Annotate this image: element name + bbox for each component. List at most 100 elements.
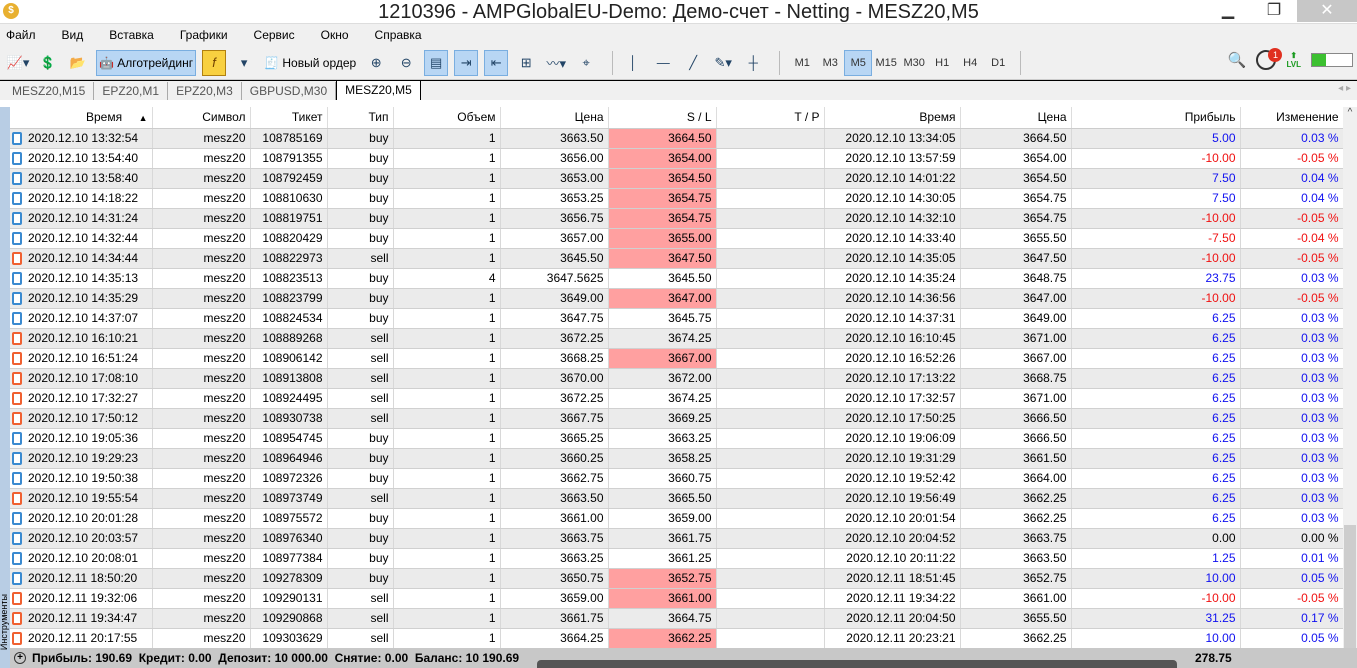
table-row[interactable]: 2020.12.10 16:51:24 mesz20 108906142 sell 1 3…	[10, 348, 1344, 369]
table-row[interactable]: 2020.12.10 16:10:21 mesz20 108889268 sell 1 3…	[10, 328, 1344, 349]
column-header[interactable]: S / L	[608, 107, 717, 129]
menu-item[interactable]: Вставка	[109, 28, 154, 42]
table-row[interactable]: 2020.12.10 14:35:13 mesz20 108823513 buy 4 36…	[10, 268, 1344, 289]
table-row[interactable]: 2020.12.10 20:08:01 mesz20 108977384 buy 1 36…	[10, 548, 1344, 569]
table-row[interactable]: 2020.12.10 14:18:22 mesz20 108810630 buy 1 36…	[10, 188, 1344, 209]
account-icon[interactable]: 1	[1256, 48, 1283, 70]
dropdown-icon[interactable]: ▾	[232, 50, 256, 76]
timeframe-m1[interactable]: M1	[788, 50, 816, 76]
table-row[interactable]: 2020.12.10 14:31:24 mesz20 108819751 buy 1 36…	[10, 208, 1344, 229]
table-row[interactable]: 2020.12.11 20:17:55 mesz20 109303629 sell 1 3…	[10, 628, 1344, 649]
indicators-icon[interactable]: f	[202, 49, 227, 76]
scroll-up-icon[interactable]: ^	[1343, 107, 1357, 118]
table-row[interactable]: 2020.12.11 19:34:47 mesz20 109290868 sell 1 3…	[10, 608, 1344, 629]
table-row[interactable]: 2020.12.10 14:37:07 mesz20 108824534 buy 1 36…	[10, 308, 1344, 329]
menu-item[interactable]: Окно	[321, 28, 349, 42]
table-row[interactable]: 2020.12.10 17:50:12 mesz20 108930738 sell 1 3…	[10, 408, 1344, 429]
trend-line-icon[interactable]: ╱	[681, 50, 705, 76]
menu-item[interactable]: Файл	[6, 28, 36, 42]
column-header[interactable]: Цена	[960, 107, 1072, 129]
tab-chart[interactable]: EPZ20,M1	[94, 82, 169, 100]
table-row[interactable]: 2020.12.10 17:32:27 mesz20 108924495 sell 1 3…	[10, 388, 1344, 409]
column-header[interactable]: T / P	[716, 107, 825, 129]
table-row[interactable]: 2020.12.10 19:55:54 mesz20 108973749 sell 1 3…	[10, 488, 1344, 509]
new-order-button[interactable]: 🧾 Новый ордер	[262, 50, 358, 76]
zoom-in-icon[interactable]: ⊕	[364, 50, 388, 76]
tab-chart[interactable]: GBPUSD,M30	[242, 82, 337, 100]
cell-value: 108930738	[262, 411, 323, 425]
search-icon[interactable]: 🔍	[1228, 51, 1247, 69]
table-row[interactable]: 2020.12.10 14:35:29 mesz20 108823799 buy 1 36…	[10, 288, 1344, 309]
grid-icon[interactable]: ⊞	[514, 50, 538, 76]
toolbox-sidebar[interactable]: Инструменты	[0, 107, 10, 668]
horizontal-line-icon[interactable]: —	[651, 50, 675, 76]
timeframe-h1[interactable]: H1	[928, 50, 956, 76]
table-row[interactable]: 2020.12.10 13:32:54 mesz20 108785169 buy 1 36…	[10, 128, 1344, 149]
cell-value: 2020.12.10 14:18:22	[28, 190, 139, 205]
scrollbar-thumb[interactable]	[1344, 525, 1356, 648]
profiles-icon[interactable]: 💲	[36, 50, 60, 76]
maximize-button[interactable]: ❐	[1251, 0, 1297, 22]
tab-chart[interactable]: MESZ20,M15	[4, 82, 95, 100]
zoom-out-icon[interactable]: ⊖	[394, 50, 418, 76]
column-header[interactable]: Символ	[152, 107, 251, 129]
algo-trading-button[interactable]: 🤖 Алготрейдинг	[96, 49, 197, 76]
table-row[interactable]: 2020.12.10 19:50:38 mesz20 108972326 buy 1 36…	[10, 468, 1344, 489]
column-header[interactable]: Объем	[393, 107, 501, 129]
table-row[interactable]: 2020.12.10 13:54:40 mesz20 108791355 buy 1 36…	[10, 148, 1344, 169]
column-header[interactable]: Прибыль	[1071, 107, 1241, 129]
minimize-button[interactable]: ▁	[1205, 0, 1251, 22]
vertical-line-icon[interactable]: │	[621, 50, 645, 76]
table-row[interactable]: 2020.12.10 17:08:10 mesz20 108913808 sell 1 3…	[10, 368, 1344, 389]
tab-chart[interactable]: EPZ20,M3	[168, 82, 242, 100]
column-header[interactable]: Цена	[500, 107, 609, 129]
menu-item[interactable]: Графики	[180, 28, 228, 42]
table-row[interactable]: 2020.12.11 19:32:06 mesz20 109290131 sell 1 3…	[10, 588, 1344, 609]
signal-level-icon[interactable]: ⬆ LVL	[1286, 51, 1301, 69]
data-window-icon[interactable]: ⌖	[574, 50, 598, 76]
timeframe-m3[interactable]: M3	[816, 50, 844, 76]
table-row[interactable]: 2020.12.10 14:32:44 mesz20 108820429 buy 1 36…	[10, 228, 1344, 249]
table-row[interactable]: 2020.12.10 20:01:28 mesz20 108975572 buy 1 36…	[10, 508, 1344, 529]
column-header[interactable]: Время	[824, 107, 961, 129]
timeframe-h4[interactable]: H4	[956, 50, 984, 76]
cell-value: 3662.25	[1023, 631, 1067, 645]
auto-scroll-icon[interactable]: ⇥	[454, 49, 479, 76]
table-row[interactable]: 2020.12.10 19:05:36 mesz20 108954745 buy 1 36…	[10, 428, 1344, 449]
tile-windows-icon[interactable]: ▤	[424, 49, 449, 76]
timeframe-d1[interactable]: D1	[984, 50, 1012, 76]
cell-open-price: 3661.00	[500, 508, 609, 529]
menu-item[interactable]: Вид	[62, 28, 84, 42]
expand-icon[interactable]: +	[14, 652, 26, 664]
vertical-scrollbar[interactable]: ^	[1343, 107, 1357, 648]
cell-value: 2020.12.10 19:06:09	[845, 431, 956, 445]
tab-chart[interactable]: MESZ20,M5	[336, 80, 421, 100]
shapes-icon[interactable]: ✎▾	[711, 50, 735, 76]
cell-take-profit	[716, 428, 825, 449]
timeframe-m30[interactable]: M30	[900, 50, 928, 76]
column-header[interactable]: Тип	[327, 107, 394, 129]
column-header[interactable]: Изменение	[1240, 107, 1344, 129]
table-row[interactable]: 2020.12.10 14:34:44 mesz20 108822973 sell 1 3…	[10, 248, 1344, 269]
menu-item[interactable]: Справка	[375, 28, 422, 42]
column-header[interactable]: Тикет	[250, 107, 328, 129]
crosshair-icon[interactable]: ┼	[741, 50, 765, 76]
navigator-icon[interactable]: 📂	[66, 50, 90, 76]
cell-close-price: 3663.75	[960, 528, 1072, 549]
templates-icon[interactable]: 〰▾	[544, 50, 568, 76]
cell-close-price: 3666.50	[960, 428, 1072, 449]
new-chart-icon[interactable]: 📈▾	[6, 50, 30, 76]
column-header[interactable]: Время ▲	[10, 107, 153, 129]
menu-item[interactable]: Сервис	[254, 28, 295, 42]
cell-value: mesz20	[203, 351, 246, 365]
close-button[interactable]: ✕	[1297, 0, 1357, 22]
table-row[interactable]: 2020.12.11 18:50:20 mesz20 109278309 buy 1 36…	[10, 568, 1344, 589]
chart-shift-icon[interactable]: ⇤	[484, 49, 509, 76]
timeframe-m5[interactable]: M5	[844, 49, 873, 76]
table-row[interactable]: 2020.12.10 19:29:23 mesz20 108964946 buy 1 36…	[10, 448, 1344, 469]
horizontal-scrollbar[interactable]	[537, 660, 1177, 668]
tab-scroll-arrows[interactable]: ◂ ▸	[1338, 83, 1351, 94]
table-row[interactable]: 2020.12.10 20:03:57 mesz20 108976340 buy 1 36…	[10, 528, 1344, 549]
table-row[interactable]: 2020.12.10 13:58:40 mesz20 108792459 buy 1 36…	[10, 168, 1344, 189]
timeframe-m15[interactable]: M15	[872, 50, 900, 76]
